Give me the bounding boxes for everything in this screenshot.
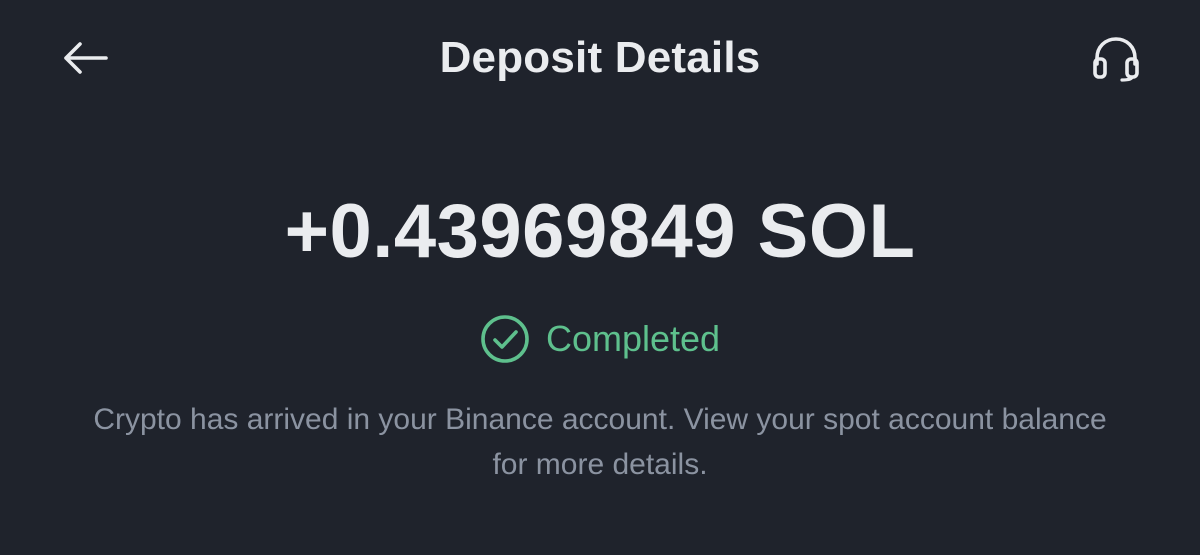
check-circle-icon (480, 314, 530, 364)
status-row: Completed (0, 314, 1200, 364)
support-button[interactable] (1087, 34, 1145, 84)
deposit-amount: +0.43969849 SOL (284, 189, 916, 274)
headset-icon (1093, 37, 1139, 82)
deposit-details-screen: Deposit Details +0.43969849 SOL Complete… (0, 0, 1200, 555)
deposit-message: Crypto has arrived in your Binance accou… (93, 403, 1107, 481)
page-title: Deposit Details (439, 33, 761, 82)
status-label: Completed (545, 318, 721, 359)
header-bar: Deposit Details (0, 0, 1200, 120)
